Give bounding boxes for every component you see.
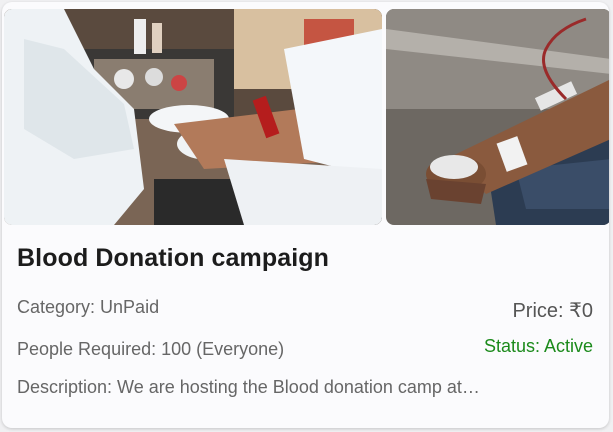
category-label: Category: UnPaid [17,297,160,317]
blood-draw-photo[interactable] [4,9,382,225]
campaign-title: Blood Donation campaign [17,244,330,272]
campaign-card[interactable]: Blood Donation campaign Category: UnPaid… [2,2,609,428]
price-label: Price: ₹0 [512,300,593,322]
status-badge: Status: Active [483,336,593,356]
description-text: Description: We are hosting the Blood do… [17,377,480,397]
donor-arm-photo[interactable] [386,9,609,225]
people-required-label: People Required: 100 (Everyone) [17,339,285,359]
photo-gallery [4,9,609,227]
